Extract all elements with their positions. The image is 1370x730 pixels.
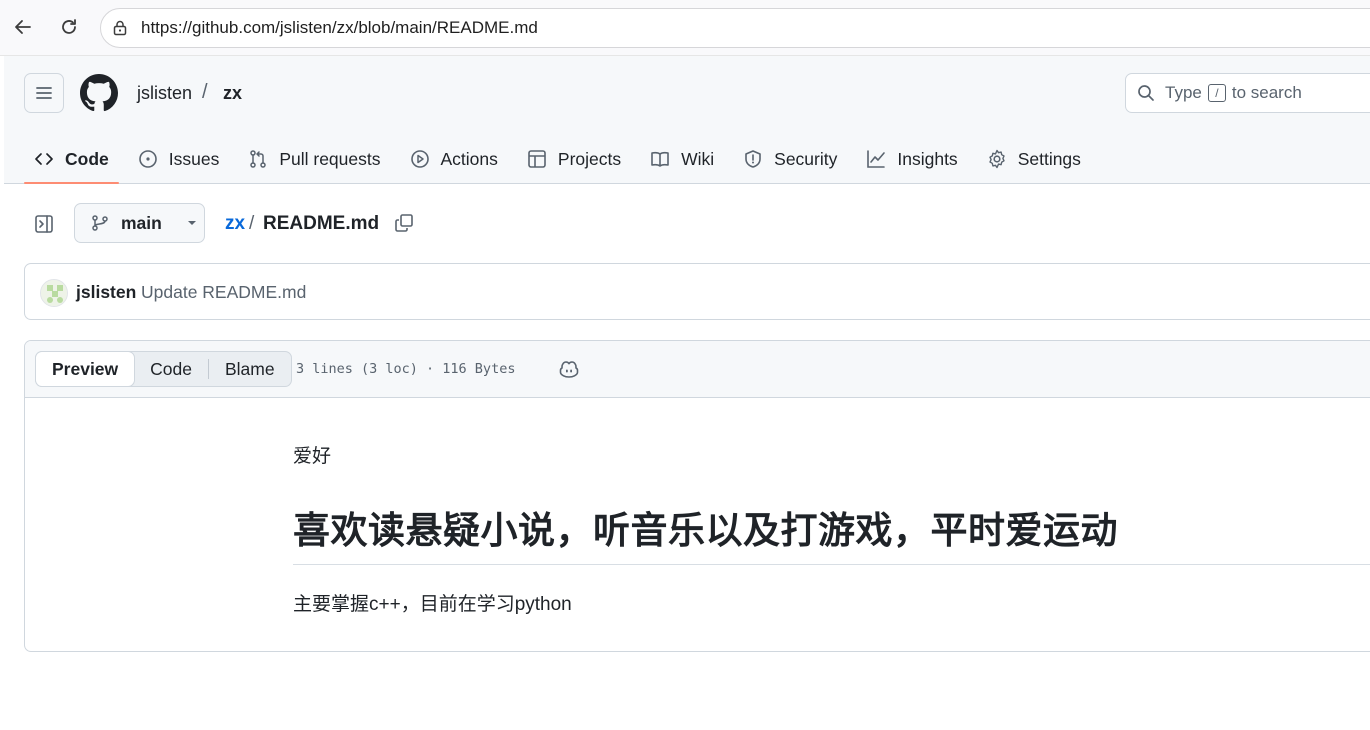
tab-security[interactable]: Security bbox=[733, 136, 847, 182]
tab-label: Settings bbox=[1017, 148, 1081, 169]
latest-commit-bar: jslisten Update README.md bbox=[24, 263, 1370, 320]
tab-code[interactable]: Code bbox=[24, 136, 119, 184]
tab-label: Issues bbox=[168, 148, 220, 169]
owner-link[interactable]: jslisten bbox=[137, 83, 192, 104]
readme-content: 爱好 喜欢读悬疑小说，听音乐以及打游戏，平时爱运动 主要掌握c++，目前在学习p… bbox=[293, 441, 1370, 616]
url-text[interactable]: https://github.com/jslisten/zx/blob/main… bbox=[141, 18, 538, 38]
tab-label: Projects bbox=[557, 148, 622, 169]
tab-label: Pull requests bbox=[279, 148, 381, 169]
tab-label: Code bbox=[65, 148, 109, 169]
menu-button[interactable] bbox=[24, 73, 64, 113]
repo-link[interactable]: zx bbox=[223, 83, 242, 104]
file-viewer: Preview Code Blame 3 lines (3 loc) · 116… bbox=[24, 340, 1370, 652]
branch-name: main bbox=[121, 212, 162, 233]
path-separator: / bbox=[249, 213, 255, 234]
tab-pull-requests[interactable]: Pull requests bbox=[238, 136, 390, 182]
copy-icon bbox=[395, 214, 413, 232]
search-input[interactable]: Type / to search bbox=[1125, 73, 1370, 113]
repo-tabs: Code Issues Pull requests Actions Projec… bbox=[24, 136, 1100, 184]
copy-path-button[interactable] bbox=[392, 211, 416, 235]
sidebar-expand-icon bbox=[35, 215, 53, 233]
commit-author[interactable]: jslisten bbox=[76, 282, 136, 303]
view-mode-toggle: Preview Code Blame bbox=[35, 351, 292, 387]
reload-button[interactable] bbox=[54, 12, 84, 42]
tab-label: Wiki bbox=[681, 148, 715, 169]
tab-projects[interactable]: Projects bbox=[517, 136, 631, 182]
commit-message[interactable]: Update README.md bbox=[141, 282, 306, 303]
blame-button[interactable]: Blame bbox=[209, 352, 291, 386]
file-name: README.md bbox=[263, 213, 380, 234]
tab-label: Security bbox=[774, 148, 838, 169]
issue-icon bbox=[138, 150, 157, 168]
readme-paragraph-1: 爱好 bbox=[293, 446, 332, 467]
site-info-icon[interactable] bbox=[111, 19, 129, 37]
path-repo-link[interactable]: zx bbox=[225, 213, 245, 235]
tab-issues[interactable]: Issues bbox=[128, 136, 230, 182]
pull-request-icon bbox=[250, 150, 267, 168]
caret-down-icon bbox=[187, 221, 196, 225]
tab-wiki[interactable]: Wiki bbox=[640, 136, 724, 182]
tab-settings[interactable]: Settings bbox=[977, 136, 1091, 182]
avatar[interactable] bbox=[40, 279, 68, 307]
tab-label: Actions bbox=[440, 148, 498, 169]
search-placeholder-suffix: to search bbox=[1231, 83, 1302, 102]
graph-icon bbox=[867, 150, 886, 168]
book-icon bbox=[651, 151, 669, 167]
git-branch-icon bbox=[92, 215, 108, 231]
reload-icon bbox=[62, 19, 76, 34]
identicon-avatar bbox=[41, 280, 67, 306]
repo-header: jslisten / zx Type / to search Code Issues… bbox=[4, 56, 1370, 184]
shield-icon bbox=[745, 150, 761, 168]
github-logo-icon[interactable] bbox=[80, 74, 118, 112]
breadcrumb-separator: / bbox=[202, 81, 208, 103]
search-placeholder: Type / to search bbox=[1165, 83, 1302, 103]
tab-insights[interactable]: Insights bbox=[856, 136, 967, 182]
sidebar-toggle-button[interactable] bbox=[30, 210, 58, 238]
search-placeholder-prefix: Type bbox=[1165, 83, 1202, 102]
play-icon bbox=[410, 150, 429, 168]
code-view-button[interactable]: Code bbox=[134, 352, 208, 386]
search-shortcut-key: / bbox=[1207, 84, 1226, 102]
table-icon bbox=[528, 150, 546, 168]
address-bar[interactable]: https://github.com/jslisten/zx/blob/main… bbox=[100, 8, 1370, 48]
file-header: Preview Code Blame 3 lines (3 loc) · 116… bbox=[25, 341, 1370, 398]
back-button[interactable] bbox=[8, 12, 38, 42]
hamburger-icon bbox=[36, 87, 52, 99]
tab-label: Insights bbox=[897, 148, 958, 169]
gear-icon bbox=[988, 149, 1005, 169]
readme-paragraph-2: 主要掌握c++，目前在学习python bbox=[293, 594, 572, 615]
file-stats: 3 lines (3 loc) · 116 Bytes bbox=[296, 361, 516, 377]
tab-actions[interactable]: Actions bbox=[400, 136, 508, 182]
arrow-left-icon bbox=[15, 20, 31, 34]
copilot-icon[interactable] bbox=[558, 358, 580, 380]
search-icon bbox=[1138, 85, 1154, 101]
code-icon bbox=[35, 153, 53, 165]
preview-button[interactable]: Preview bbox=[35, 351, 136, 387]
browser-toolbar: https://github.com/jslisten/zx/blob/main… bbox=[0, 0, 1370, 56]
readme-heading: 喜欢读悬疑小说，听音乐以及打游戏，平时爱运动 bbox=[293, 500, 1370, 565]
branch-selector[interactable]: main bbox=[74, 203, 205, 243]
